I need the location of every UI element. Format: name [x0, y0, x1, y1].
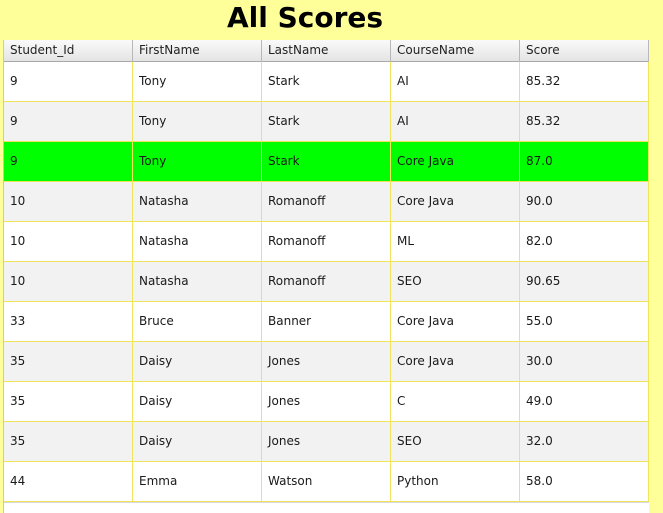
- table-row-selected[interactable]: 9 Tony Stark Core Java 87.0: [4, 142, 649, 182]
- cell-course-name: ML: [391, 222, 520, 261]
- cell-student-id: 35: [4, 342, 133, 381]
- cell-course-name: C: [391, 382, 520, 421]
- scores-table[interactable]: Student_Id FirstName LastName CourseName…: [3, 40, 649, 513]
- cell-last-name: Stark: [262, 142, 391, 181]
- cell-score: 32.0: [520, 422, 649, 461]
- cell-score: 58.0: [520, 462, 649, 501]
- cell-student-id: 9: [4, 102, 133, 141]
- cell-score: 85.32: [520, 62, 649, 101]
- table-row[interactable]: 10 Natasha Romanoff ML 82.0: [4, 222, 649, 262]
- cell-course-name: Core Java: [391, 182, 520, 221]
- cell-score: 55.0: [520, 302, 649, 341]
- cell-first-name: Bruce: [133, 302, 262, 341]
- cell-course-name: Python: [391, 462, 520, 501]
- cell-first-name: Tony: [133, 62, 262, 101]
- column-header-last-name[interactable]: LastName: [262, 40, 391, 62]
- table-row[interactable]: 44 Emma Watson Python 58.0: [4, 462, 649, 502]
- cell-last-name: Stark: [262, 62, 391, 101]
- cell-score: 90.65: [520, 262, 649, 301]
- cell-last-name: Romanoff: [262, 182, 391, 221]
- column-header-course-name[interactable]: CourseName: [391, 40, 520, 62]
- table-row[interactable]: 10 Natasha Romanoff SEO 90.65: [4, 262, 649, 302]
- table-row[interactable]: 33 Bruce Banner Core Java 55.0: [4, 302, 649, 342]
- cell-student-id: 10: [4, 222, 133, 261]
- cell-last-name: Romanoff: [262, 262, 391, 301]
- cell-last-name: Banner: [262, 302, 391, 341]
- cell-student-id: 9: [4, 142, 133, 181]
- table-row[interactable]: 35 Daisy Jones Core Java 30.0: [4, 342, 649, 382]
- cell-score: 90.0: [520, 182, 649, 221]
- table-row[interactable]: 10 Natasha Romanoff Core Java 90.0: [4, 182, 649, 222]
- cell-score: 85.32: [520, 102, 649, 141]
- cell-course-name: SEO: [391, 422, 520, 461]
- cell-last-name: Jones: [262, 342, 391, 381]
- cell-student-id: 35: [4, 422, 133, 461]
- cell-course-name: Core Java: [391, 302, 520, 341]
- cell-score: 49.0: [520, 382, 649, 421]
- cell-last-name: Romanoff: [262, 222, 391, 261]
- cell-course-name: AI: [391, 62, 520, 101]
- column-header-score[interactable]: Score: [520, 40, 649, 62]
- table-row[interactable]: 9 Tony Stark AI 85.32: [4, 102, 649, 142]
- cell-first-name: Natasha: [133, 182, 262, 221]
- cell-last-name: Jones: [262, 382, 391, 421]
- cell-first-name: Natasha: [133, 222, 262, 261]
- cell-score: 30.0: [520, 342, 649, 381]
- cell-last-name: Stark: [262, 102, 391, 141]
- cell-course-name: SEO: [391, 262, 520, 301]
- column-header-student-id[interactable]: Student_Id: [4, 40, 133, 62]
- cell-first-name: Daisy: [133, 422, 262, 461]
- cell-first-name: Natasha: [133, 262, 262, 301]
- cell-student-id: 10: [4, 182, 133, 221]
- table-row[interactable]: 35 Daisy Jones SEO 32.0: [4, 422, 649, 462]
- cell-score: 82.0: [520, 222, 649, 261]
- cell-last-name: Jones: [262, 422, 391, 461]
- table-row[interactable]: 9 Tony Stark AI 85.32: [4, 62, 649, 102]
- cell-student-id: 10: [4, 262, 133, 301]
- cell-student-id: 33: [4, 302, 133, 341]
- table-header: Student_Id FirstName LastName CourseName…: [4, 40, 649, 62]
- cell-first-name: Emma: [133, 462, 262, 501]
- cell-student-id: 9: [4, 62, 133, 101]
- table-row[interactable]: 35 Daisy Jones C 49.0: [4, 382, 649, 422]
- cell-first-name: Daisy: [133, 382, 262, 421]
- horizontal-scrollbar[interactable]: [4, 502, 649, 513]
- cell-student-id: 44: [4, 462, 133, 501]
- column-header-first-name[interactable]: FirstName: [133, 40, 262, 62]
- cell-course-name: Core Java: [391, 142, 520, 181]
- cell-first-name: Daisy: [133, 342, 262, 381]
- cell-course-name: AI: [391, 102, 520, 141]
- cell-course-name: Core Java: [391, 342, 520, 381]
- cell-first-name: Tony: [133, 142, 262, 181]
- cell-last-name: Watson: [262, 462, 391, 501]
- cell-first-name: Tony: [133, 102, 262, 141]
- page-title: All Scores: [226, 1, 384, 34]
- cell-student-id: 35: [4, 382, 133, 421]
- cell-score: 87.0: [520, 142, 649, 181]
